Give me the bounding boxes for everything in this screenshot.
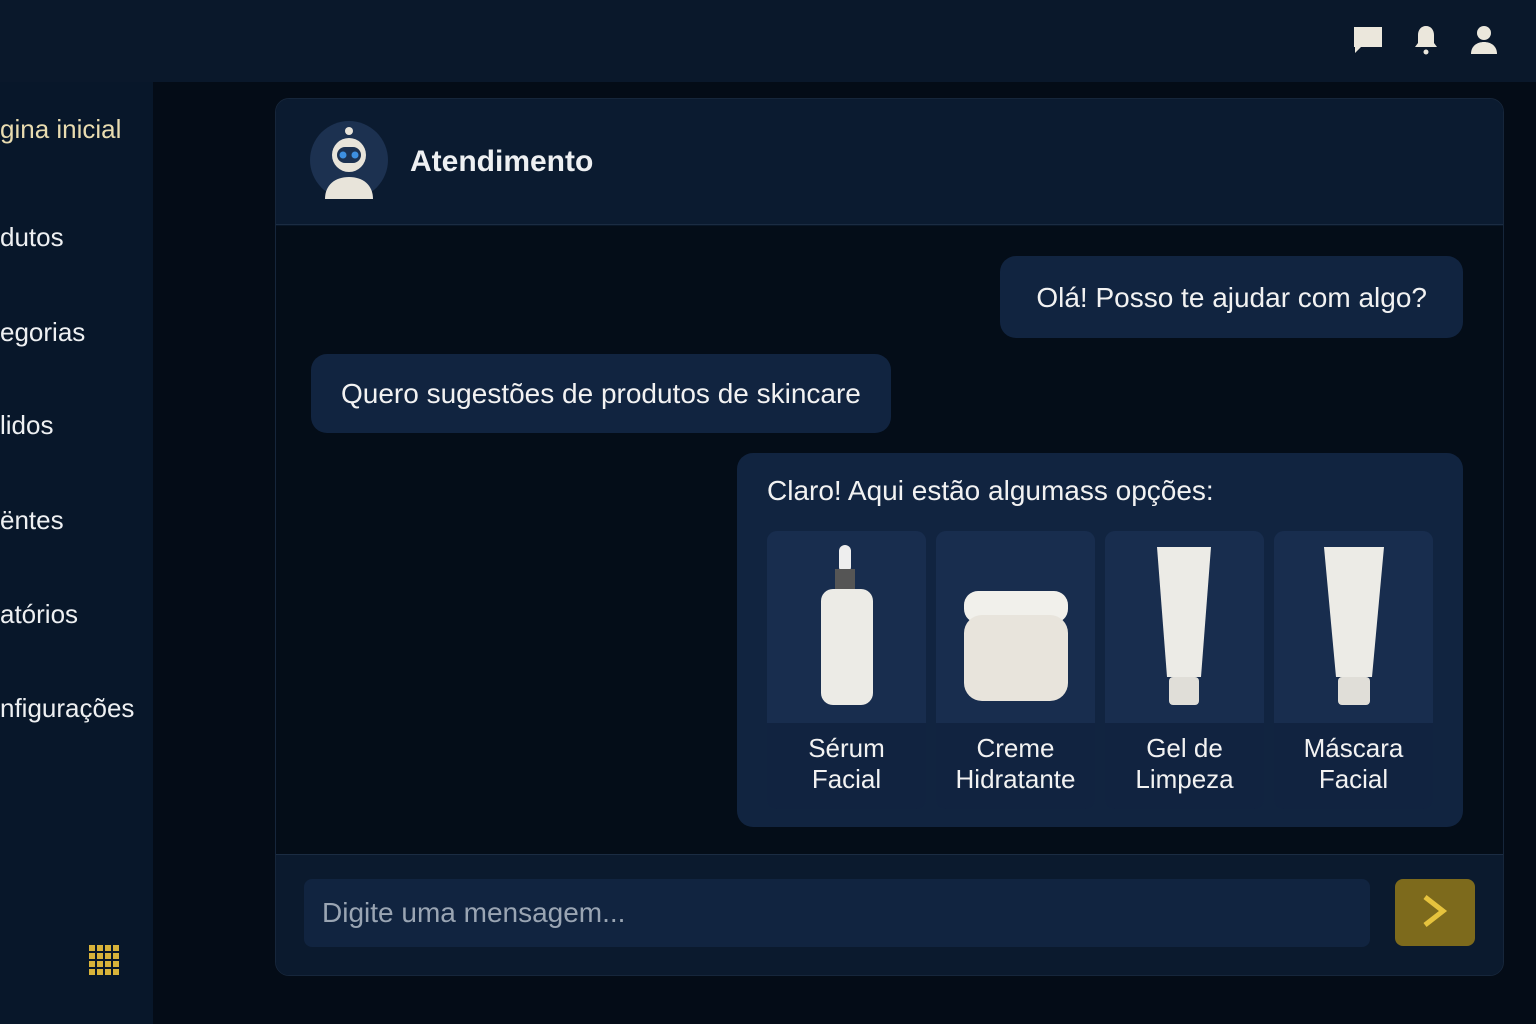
bell-icon[interactable]	[1410, 24, 1442, 56]
chat-title: Atendimento	[410, 145, 594, 178]
user-message: Quero sugestões de produtos de skincare	[311, 354, 891, 433]
product-name: Facial	[1318, 764, 1389, 794]
product-card[interactable]: Máscara Facial	[1274, 531, 1433, 809]
product-name: Creme	[976, 733, 1055, 763]
grid-icon[interactable]	[89, 945, 119, 975]
tube-icon	[1274, 531, 1433, 723]
cream-jar-icon	[936, 531, 1095, 723]
sidebar-item-clients[interactable]: ëntes	[0, 505, 64, 536]
product-card[interactable]: Gel de Limpeza	[1105, 531, 1264, 809]
sidebar-item-home[interactable]: gina inicial	[0, 114, 121, 145]
chevron-right-icon	[1415, 895, 1455, 934]
bot-message: Olá! Posso te ajudar com algo?	[1000, 256, 1463, 338]
message-list: Olá! Posso te ajudar com algo? Quero sug…	[276, 226, 1503, 856]
product-name: Gel de	[1146, 733, 1223, 763]
sidebar: gina inicial dutos egorias lidos ëntes a…	[0, 82, 153, 1024]
product-card[interactable]: Sérum Facial	[767, 531, 926, 809]
bot-message-products: Claro! Aqui estão algumass opções: Sérum…	[737, 453, 1463, 827]
user-icon[interactable]	[1468, 24, 1500, 56]
bot-avatar-icon	[310, 121, 388, 199]
bot-message-text: Claro! Aqui estão algumass opções:	[767, 475, 1214, 506]
product-name: Máscara	[1303, 733, 1404, 763]
sidebar-item-categories[interactable]: egorias	[0, 317, 85, 348]
chat-icon[interactable]	[1352, 24, 1384, 56]
send-button[interactable]	[1395, 879, 1475, 946]
top-bar	[0, 0, 1536, 82]
chat-header: Atendimento	[276, 99, 1503, 225]
product-name: Sérum	[808, 733, 885, 763]
product-name: Limpeza	[1135, 764, 1234, 794]
sidebar-item-reports[interactable]: atórios	[0, 599, 78, 630]
sidebar-item-products[interactable]: dutos	[0, 222, 64, 253]
serum-bottle-icon	[767, 531, 926, 723]
product-card[interactable]: Creme Hidratante	[936, 531, 1095, 809]
sidebar-item-orders[interactable]: lidos	[0, 410, 53, 441]
product-name: Facial	[811, 764, 882, 794]
sidebar-item-settings[interactable]: nfigurações	[0, 693, 134, 724]
product-name: Hidratante	[955, 764, 1076, 794]
tube-icon	[1105, 531, 1264, 723]
composer	[276, 854, 1503, 975]
chat-panel: Atendimento Olá! Posso te ajudar com alg…	[275, 98, 1504, 976]
message-input[interactable]	[304, 879, 1370, 947]
